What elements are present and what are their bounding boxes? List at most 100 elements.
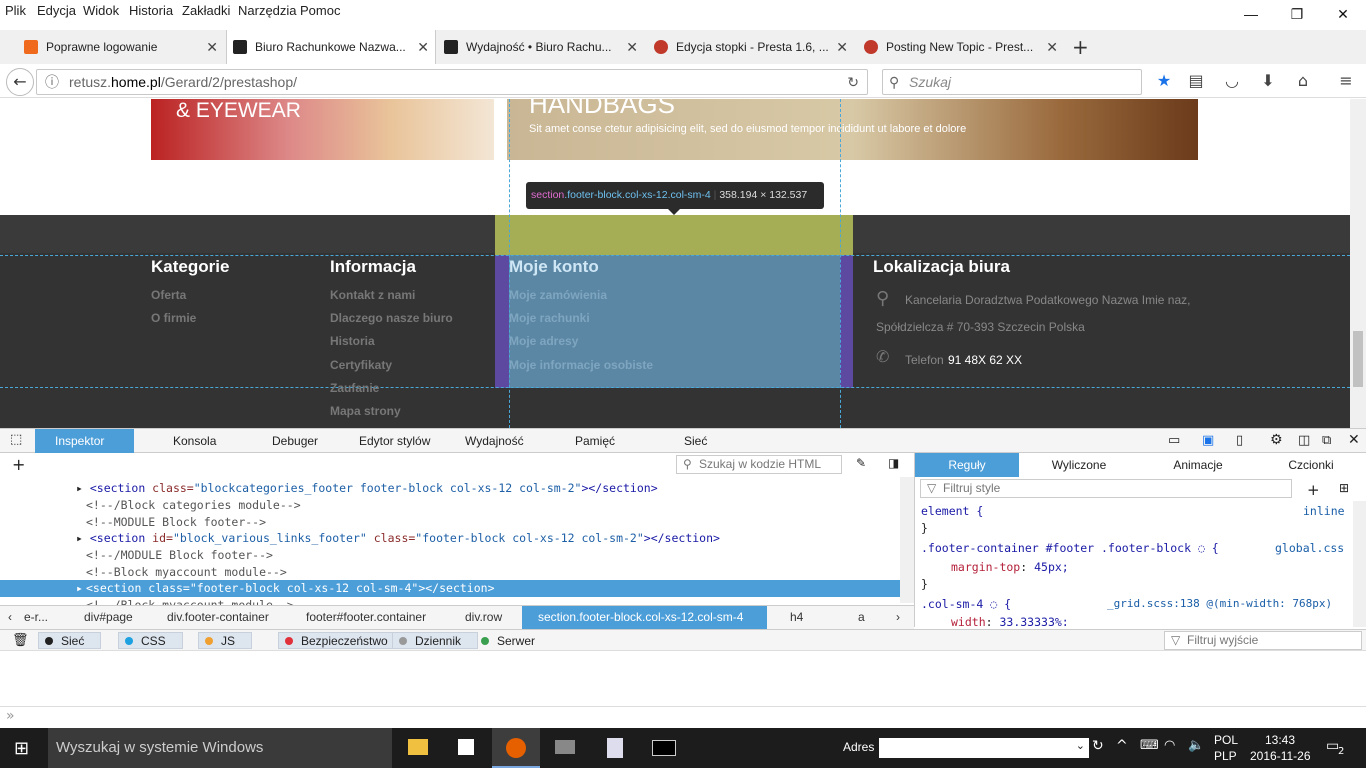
menu-narzedzia[interactable]: Narzędzia <box>238 3 297 18</box>
handbags-banner[interactable]: HANDBAGS Sit amet conse ctetur adipisici… <box>507 99 1198 160</box>
tab-style-editor[interactable]: Edytor stylów <box>339 429 439 453</box>
rule-source-link[interactable]: _grid.scss:138 @(min-width: 768px) <box>1107 597 1332 610</box>
menu-pomoc[interactable]: Pomoc <box>300 3 340 18</box>
ime-icon[interactable]: ⌨ <box>1140 738 1159 753</box>
menu-hamburger-icon[interactable]: ≡ <box>1334 70 1358 92</box>
tab-animations[interactable]: Animacje <box>1143 453 1253 477</box>
close-window-button[interactable]: ✕ <box>1320 0 1366 30</box>
markup-comment[interactable]: <!--/Block categories module--> <box>86 498 301 512</box>
tab-console[interactable]: Konsola <box>153 429 233 453</box>
footer-account-heading[interactable]: Moje konto <box>509 257 599 277</box>
menu-plik[interactable]: Plik <box>5 3 26 18</box>
markup-line[interactable]: ▸ <section id="block_various_links_foote… <box>76 531 720 545</box>
rule-selector[interactable]: .col-sm-4 ◌ { <box>921 597 1011 611</box>
menu-edycja[interactable]: Edycja <box>37 3 76 18</box>
footer-link-certyfikaty[interactable]: Certyfikaty <box>330 358 392 372</box>
device-icon[interactable]: ▯ <box>1236 433 1243 448</box>
footer-link-adresy[interactable]: Moje adresy <box>509 334 578 348</box>
rule-selector[interactable]: element { <box>921 504 983 518</box>
close-devtools-icon[interactable]: ✕ <box>1348 432 1360 448</box>
menu-widok[interactable]: Widok <box>83 3 119 18</box>
footer-link-oferta[interactable]: Oferta <box>151 288 186 302</box>
home-icon[interactable]: ⌂ <box>1291 70 1315 92</box>
undock-icon[interactable]: ⧉ <box>1322 433 1331 448</box>
html-search-input[interactable]: ⚲ Szukaj w kodzie HTML <box>676 455 842 474</box>
breadcrumb-item[interactable]: div#page <box>84 606 133 629</box>
close-tab-icon[interactable]: ✕ <box>1046 30 1058 64</box>
tab-wydajnosc[interactable]: Wydajność • Biuro Rachu... ✕ <box>438 30 644 64</box>
markup-scrollbar[interactable] <box>900 477 914 603</box>
tab-inspector[interactable]: Inspektor <box>35 429 134 453</box>
dock-side-icon[interactable]: ◫ <box>1298 433 1310 448</box>
go-refresh-icon[interactable]: ↻ <box>1092 738 1104 754</box>
taskbar-search[interactable]: Wyszukaj w systemie Windows <box>48 728 392 768</box>
clock-date[interactable]: 2016-11-26 <box>1250 749 1311 763</box>
tab-network[interactable]: Sieć <box>664 429 724 453</box>
reading-list-icon[interactable]: ▤ <box>1184 70 1208 92</box>
filter-server[interactable]: Serwer <box>474 632 552 649</box>
close-tab-icon[interactable]: ✕ <box>836 30 848 64</box>
rule-selector[interactable]: .footer-container #footer .footer-block … <box>921 541 1219 555</box>
trash-icon[interactable]: 🗑 <box>12 632 29 648</box>
firefox-icon[interactable] <box>492 728 540 768</box>
filter-log[interactable]: Dziennik <box>392 632 479 649</box>
filter-security[interactable]: Bezpieczeństwo <box>278 632 405 649</box>
menu-historia[interactable]: Historia <box>129 3 173 18</box>
keyboard-layout-indicator[interactable]: PLP <box>1214 749 1237 763</box>
pick-element-icon[interactable]: ⬚ <box>10 432 22 447</box>
footer-link-dlaczego[interactable]: Dlaczego nasze biuro <box>330 311 453 325</box>
console-input[interactable]: » <box>0 706 1366 728</box>
add-node-icon[interactable]: + <box>12 455 25 474</box>
rules-scrollbar[interactable] <box>1353 501 1366 627</box>
footer-link-kontakt[interactable]: Kontakt z nami <box>330 288 415 302</box>
downloads-icon[interactable]: ⬇ <box>1256 70 1280 92</box>
chevron-down-icon[interactable]: ⌄ <box>1076 739 1085 752</box>
footer-link-mapa-strony[interactable]: Mapa strony <box>330 404 401 418</box>
close-tab-icon[interactable]: ✕ <box>206 30 218 64</box>
language-indicator[interactable]: POL <box>1214 733 1238 747</box>
breadcrumb-item[interactable]: footer#footer.container <box>306 606 426 629</box>
clock-time[interactable]: 13:43 <box>1265 733 1295 747</box>
breadcrumb-item[interactable]: div.row <box>465 606 502 629</box>
layout-icon[interactable]: ▭ <box>1168 433 1180 448</box>
selected-node-row[interactable]: ▸ <section class="footer-block col-xs-12… <box>0 580 900 597</box>
breadcrumb-left-arrow[interactable]: ‹ <box>8 606 12 629</box>
breadcrumb-item-active[interactable]: section.footer-block.col-xs-12.col-sm-4 <box>522 606 767 629</box>
maximize-button[interactable]: ❐ <box>1274 0 1320 30</box>
footer-link-rachunki[interactable]: Moje rachunki <box>509 311 590 325</box>
footer-link-zamowienia[interactable]: Moje zamówienia <box>509 288 607 302</box>
rule-source-link[interactable]: inline <box>1303 504 1345 518</box>
reload-icon[interactable]: ↻ <box>847 70 859 94</box>
markup-comment[interactable]: <!--/MODULE Block footer--> <box>86 548 273 562</box>
tab-debugger[interactable]: Debuger <box>252 429 332 453</box>
url-bar[interactable]: ⓘ retusz.home.pl/Gerard/2/prestashop/ ↻ <box>36 69 868 95</box>
terminal-icon[interactable] <box>640 728 688 768</box>
tab-posting-new-topic[interactable]: Posting New Topic - Prest... ✕ <box>858 30 1064 64</box>
app-shield-icon[interactable] <box>591 728 639 768</box>
filter-network[interactable]: Sieć <box>38 632 102 649</box>
menu-zakladki[interactable]: Zakładki <box>182 3 230 18</box>
filter-output-input[interactable]: ▽ Filtruj wyjście <box>1164 631 1362 650</box>
minimize-button[interactable]: — <box>1228 0 1274 30</box>
tab-fonts[interactable]: Czcionki <box>1257 453 1365 477</box>
breadcrumb-item[interactable]: a <box>858 606 865 629</box>
settings-gear-icon[interactable]: ⚙ <box>1270 432 1283 448</box>
scrollbar-thumb[interactable] <box>1353 331 1363 387</box>
wifi-icon[interactable]: ◠ <box>1164 738 1175 753</box>
footer-categories-heading[interactable]: Kategorie <box>151 257 229 277</box>
markup-comment[interactable]: <!--Block myaccount module--> <box>86 565 287 579</box>
tab-computed[interactable]: Wyliczone <box>1025 453 1133 477</box>
filter-js[interactable]: JS <box>198 632 253 649</box>
eyewear-banner[interactable]: & EYEWEAR <box>151 99 494 160</box>
add-rule-icon[interactable]: + <box>1307 481 1320 499</box>
chevron-up-icon[interactable]: ^ <box>1116 738 1128 754</box>
eyedropper-icon[interactable]: ✎ <box>856 456 866 470</box>
tab-performance[interactable]: Wydajność <box>445 429 535 453</box>
markup-line[interactable]: ▸ <section class="blockcategories_footer… <box>76 481 658 495</box>
tab-biuro-rachunkowe[interactable]: Biuro Rachunkowe Nazwa... ✕ <box>226 30 436 64</box>
rule-source-link[interactable]: global.css <box>1275 541 1344 555</box>
footer-link-informacje[interactable]: Moje informacje osobiste <box>509 358 653 372</box>
footer-link-zaufanie[interactable]: Zaufanie <box>330 381 379 395</box>
markup-comment[interactable]: <!--MODULE Block footer--> <box>86 515 266 529</box>
breadcrumb-item[interactable]: h4 <box>790 606 803 629</box>
